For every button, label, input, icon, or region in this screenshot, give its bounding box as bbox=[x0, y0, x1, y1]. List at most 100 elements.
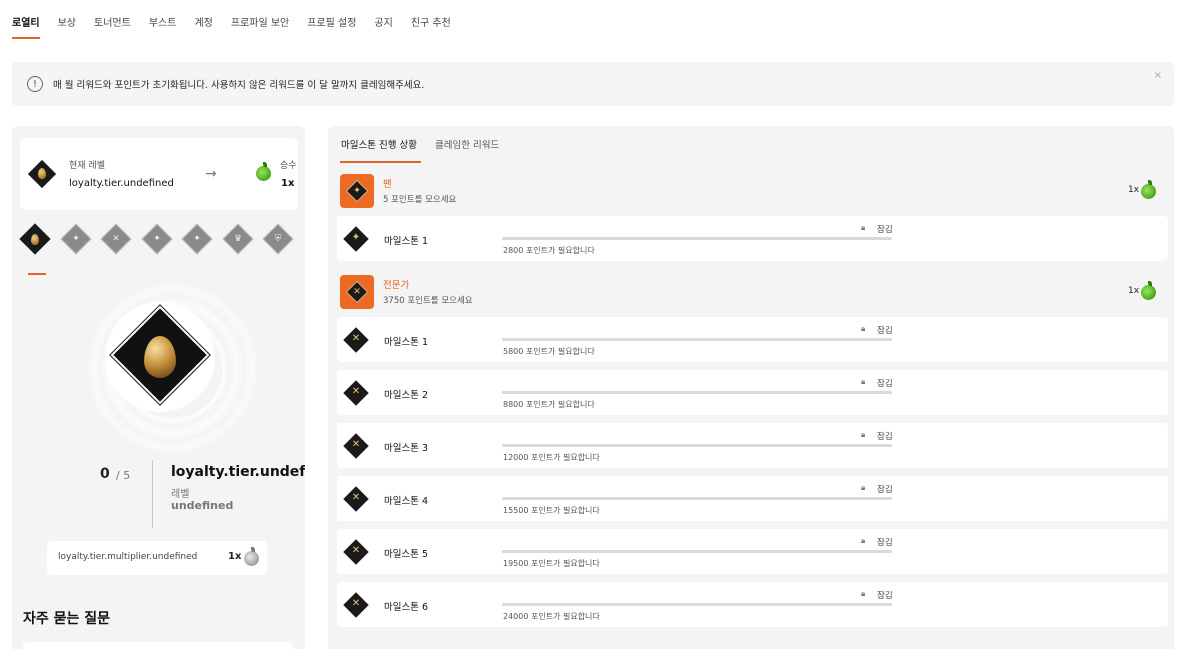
group-multiplier: 1x bbox=[1128, 185, 1140, 195]
milestone-glyph: ✕ bbox=[351, 598, 361, 609]
progress-total: / 5 bbox=[116, 469, 131, 482]
tab-referral[interactable]: 친구 추천 bbox=[402, 0, 460, 40]
tier-selected-indicator bbox=[28, 273, 46, 275]
lock-label: 잠김 bbox=[877, 326, 893, 336]
tier-badge-icon: ✦ bbox=[340, 174, 374, 208]
level-value: undefined bbox=[171, 499, 234, 512]
lock-label: 잠김 bbox=[877, 485, 893, 495]
tab-notices[interactable]: 공지 bbox=[365, 0, 401, 40]
tier-badge-5[interactable]: ✦ bbox=[181, 223, 213, 255]
milestone-group: ✦ 팬 5 포인트를 모으세요 1x bbox=[337, 171, 1167, 211]
milestone-name: 마일스톤 1 bbox=[384, 236, 429, 247]
tier-glyph: ♛ bbox=[233, 234, 242, 244]
lock-icon: 🔒︎ bbox=[861, 483, 866, 492]
reset-notice-banner: ! 매 월 리워드와 포인트가 초기화됩니다. 사용하지 않은 리워드를 이 달… bbox=[12, 62, 1174, 106]
group-subtitle: 3750 포인트를 모으세요 bbox=[383, 296, 473, 306]
milestone-row: ✕ 마일스톤 3 🔒︎ 잠김 12000 포인트가 필요합니다 bbox=[337, 423, 1168, 468]
milestone-row: ✕ 마일스톤 1 🔒︎ 잠김 5800 포인트가 필요합니다 bbox=[337, 317, 1168, 362]
milestone-requirement: 2800 포인트가 필요합니다 bbox=[503, 246, 595, 255]
group-subtitle: 5 포인트를 모으세요 bbox=[383, 195, 457, 205]
milestone-progress-bar bbox=[502, 391, 892, 394]
apple-multiplier-icon bbox=[1141, 180, 1156, 199]
tab-profile-security[interactable]: 프로파일 보안 bbox=[222, 0, 298, 40]
info-circle-icon: ! bbox=[27, 76, 43, 92]
milestone-requirement: 24000 포인트가 필요합니다 bbox=[503, 612, 600, 621]
tier-progress-stats: 0 / 5 loyalty.tier.undefine 레벨 undefined bbox=[12, 456, 305, 531]
loyalty-level-panel: 현재 레벨 loyalty.tier.undefined → 승수 1x ✦ ✕ ✦… bbox=[12, 126, 305, 649]
milestone-name: 마일스톤 3 bbox=[384, 443, 429, 454]
milestones-panel: 마일스톤 진행 상황 클레임한 리워드 ✦ 팬 5 포인트를 모으세요 1x ✦ 마일스톤… bbox=[328, 126, 1174, 649]
tab-profile-settings[interactable]: 프로필 설정 bbox=[298, 0, 365, 40]
tier-glyph: ✦ bbox=[353, 186, 361, 196]
lock-icon: 🔒︎ bbox=[861, 536, 866, 545]
milestone-row: ✕ 마일스톤 5 🔒︎ 잠김 19500 포인트가 필요합니다 bbox=[337, 529, 1168, 574]
tab-loyalty[interactable]: 로열티 bbox=[12, 0, 49, 40]
lock-icon: 🔒︎ bbox=[861, 223, 866, 232]
milestone-progress-bar bbox=[502, 603, 892, 606]
tier-selector: ✦ ✕ ✦ ✦ ♛ ⛨ bbox=[19, 223, 302, 255]
tier-glyph: ✦ bbox=[71, 234, 80, 244]
group-name: 전문가 bbox=[383, 280, 410, 291]
tier-badge-7[interactable]: ⛨ bbox=[262, 223, 294, 255]
milestone-requirement: 5800 포인트가 필요합니다 bbox=[503, 347, 595, 356]
tier-glyph: ✦ bbox=[193, 234, 201, 244]
milestone-group: ✕ 전문가 3750 포인트를 모으세요 1x bbox=[337, 272, 1167, 312]
divider bbox=[152, 460, 153, 528]
milestone-progress-bar bbox=[502, 497, 892, 500]
faq-item[interactable] bbox=[23, 642, 293, 649]
lock-label: 잠김 bbox=[877, 538, 893, 548]
tier-badge-3[interactable]: ✕ bbox=[100, 223, 132, 255]
tab-milestone-progress[interactable]: 마일스톤 진행 상황 bbox=[340, 137, 421, 163]
milestone-name: 마일스톤 2 bbox=[384, 390, 429, 401]
lock-icon: 🔒︎ bbox=[861, 324, 866, 333]
lock-icon: 🔒︎ bbox=[861, 430, 866, 439]
close-icon[interactable]: × bbox=[1154, 70, 1162, 81]
group-name: 팬 bbox=[383, 179, 392, 190]
apple-grey-icon bbox=[244, 547, 259, 566]
milestone-row: ✕ 마일스톤 2 🔒︎ 잠김 8800 포인트가 필요합니다 bbox=[337, 370, 1168, 415]
level-summary-card: 현재 레벨 loyalty.tier.undefined → 승수 1x bbox=[20, 138, 298, 210]
notice-text: 매 월 리워드와 포인트가 초기화됩니다. 사용하지 않은 리워드를 이 달 말… bbox=[53, 80, 425, 91]
milestone-row: ✦ 마일스톤 1 🔒︎ 잠김 2800 포인트가 필요합니다 bbox=[337, 216, 1168, 261]
arrow-right-icon: → bbox=[205, 166, 217, 182]
apple-multiplier-icon bbox=[1141, 281, 1156, 300]
tier-glyph: ✦ bbox=[152, 234, 161, 244]
tier-glyph: ✕ bbox=[112, 234, 120, 244]
multiplier-label: 승수 bbox=[280, 161, 297, 171]
milestone-name: 마일스톤 1 bbox=[384, 337, 429, 348]
tab-tournaments[interactable]: 토너먼트 bbox=[85, 0, 140, 40]
main-tab-bar: 로열티 보상 토너먼트 부스트 계정 프로파일 보안 프로필 설정 공지 친구 … bbox=[12, 0, 460, 40]
multiplier-value: 1x bbox=[281, 178, 295, 189]
lock-label: 잠김 bbox=[877, 225, 893, 235]
milestone-glyph: ✕ bbox=[351, 333, 361, 344]
milestone-progress-bar bbox=[502, 237, 892, 240]
multiplier-card: loyalty.tier.multiplier.undefined 1x bbox=[47, 541, 267, 575]
milestone-progress-bar bbox=[502, 338, 892, 341]
milestone-progress-bar bbox=[502, 550, 892, 553]
tab-boosts[interactable]: 부스트 bbox=[140, 0, 186, 40]
milestone-name: 마일스톤 4 bbox=[384, 496, 429, 507]
tier-badge-4[interactable]: ✦ bbox=[140, 223, 173, 255]
egg-icon bbox=[38, 168, 46, 179]
milestone-glyph: ✕ bbox=[351, 439, 361, 450]
milestone-glyph: ✕ bbox=[351, 386, 361, 397]
tab-rewards[interactable]: 보상 bbox=[49, 0, 85, 40]
tab-claimed-rewards[interactable]: 클레임한 리워드 bbox=[435, 137, 499, 163]
multiplier-text: loyalty.tier.multiplier.undefined bbox=[58, 552, 198, 562]
current-level-label: 현재 레벨 bbox=[69, 161, 105, 171]
milestone-progress-bar bbox=[502, 444, 892, 447]
lock-icon: 🔒︎ bbox=[861, 589, 866, 598]
tier-name: loyalty.tier.undefine bbox=[171, 464, 305, 480]
lock-label: 잠김 bbox=[877, 379, 893, 389]
progress-current: 0 bbox=[100, 466, 110, 482]
group-multiplier: 1x bbox=[1128, 286, 1140, 296]
tab-account[interactable]: 계정 bbox=[185, 0, 221, 40]
golden-egg-icon bbox=[144, 336, 176, 378]
tier-badge-2[interactable]: ✦ bbox=[59, 223, 92, 255]
milestone-name: 마일스톤 5 bbox=[384, 549, 429, 560]
milestone-requirement: 8800 포인트가 필요합니다 bbox=[503, 400, 595, 409]
tier-badge-6[interactable]: ♛ bbox=[221, 223, 254, 255]
current-level-value: loyalty.tier.undefined bbox=[69, 178, 174, 189]
multiplier-card-value: 1x bbox=[228, 551, 242, 562]
milestone-tabs: 마일스톤 진행 상황 클레임한 리워드 bbox=[340, 137, 517, 163]
